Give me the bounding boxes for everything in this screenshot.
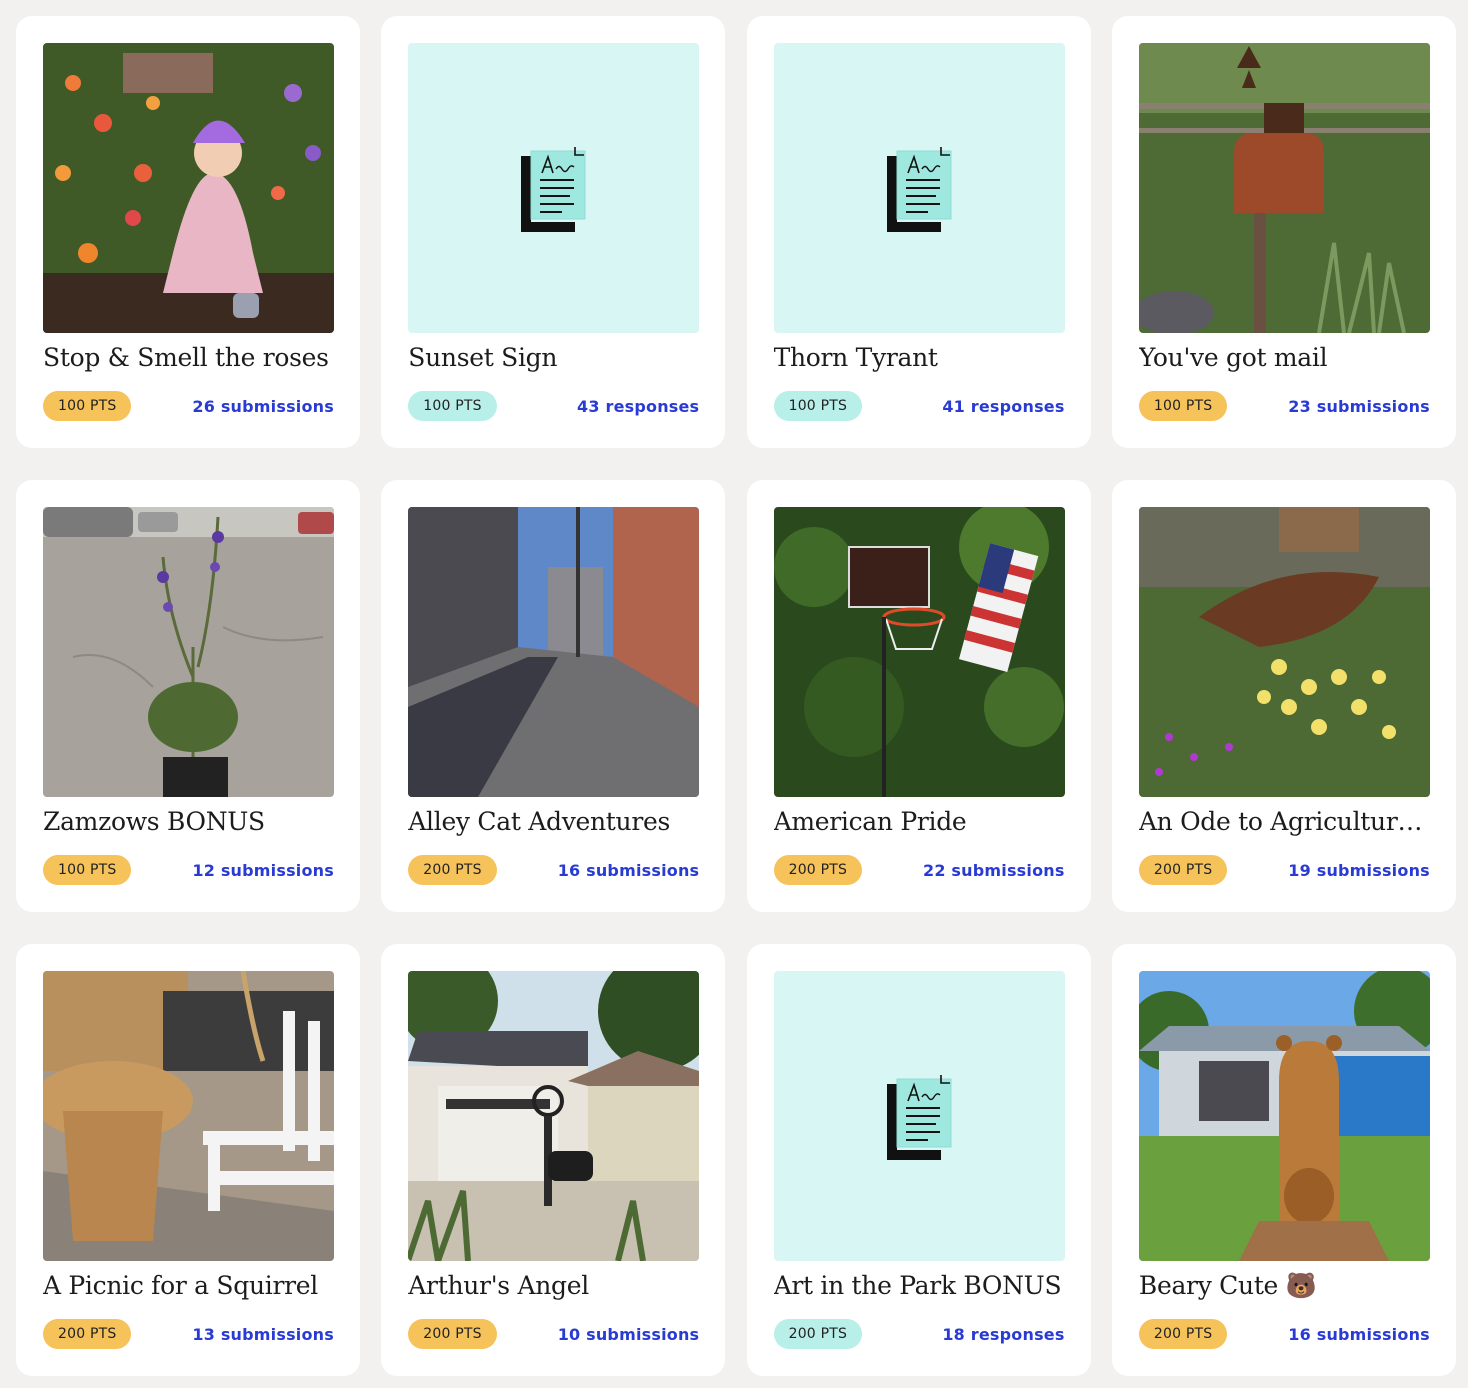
challenge-card[interactable]: Stop & Smell the roses 100 PTS 26 submis… [16, 16, 360, 448]
points-badge: 200 PTS [408, 855, 497, 885]
submissions-link[interactable]: 12 submissions [192, 861, 334, 880]
challenge-card[interactable]: A Picnic for a Squirrel 200 PTS 13 submi… [16, 944, 360, 1376]
challenge-card[interactable]: You've got mail 100 PTS 23 submissions [1111, 16, 1456, 448]
submissions-link[interactable]: 16 submissions [558, 861, 700, 880]
challenge-card[interactable]: American Pride 200 PTS 22 submissions [746, 480, 1091, 912]
challenge-grid: Stop & Smell the roses 100 PTS 26 submis… [16, 16, 1456, 1376]
city-alley-photo [408, 507, 700, 797]
plow-garden-photo [1138, 507, 1430, 797]
submissions-link[interactable]: 23 submissions [1288, 397, 1430, 416]
challenge-title: Thorn Tyrant [773, 343, 938, 372]
points-badge: 200 PTS [1138, 855, 1228, 885]
potted-plant-parking-lot-photo [43, 507, 334, 797]
challenge-title: American Pride [773, 807, 967, 836]
basketball-hoop-flag-photo [773, 507, 1065, 797]
points-badge: 100 PTS [1138, 391, 1228, 421]
challenge-title: Sunset Sign [408, 343, 558, 372]
points-badge: 100 PTS [408, 391, 497, 421]
submissions-link[interactable]: 22 submissions [923, 861, 1065, 880]
challenge-card[interactable]: Arthur's Angel 200 PTS 10 submissions [381, 944, 726, 1376]
challenge-title: Stop & Smell the roses [43, 343, 329, 372]
rusty-mailbox-photo [1138, 43, 1430, 333]
submissions-link[interactable]: 10 submissions [558, 1325, 700, 1344]
challenge-title: Beary Cute 🐻 [1138, 1271, 1317, 1300]
challenge-title: Art in the Park BONUS [773, 1271, 1062, 1300]
girl-with-flowers-photo [43, 43, 334, 333]
challenge-card[interactable]: Thorn Tyrant 100 PTS 41 responses [746, 16, 1091, 448]
points-badge: 100 PTS [773, 391, 863, 421]
document-form-icon [408, 43, 700, 333]
metal-sculpture-garage-photo [408, 971, 700, 1261]
challenge-title: A Picnic for a Squirrel [43, 1271, 318, 1300]
challenge-card[interactable]: Sunset Sign 100 PTS 43 responses [381, 16, 726, 448]
points-badge: 200 PTS [408, 1319, 497, 1349]
submissions-link[interactable]: 19 submissions [1288, 861, 1430, 880]
submissions-link[interactable]: 13 submissions [192, 1325, 334, 1344]
challenge-card[interactable]: Alley Cat Adventures 200 PTS 16 submissi… [381, 480, 726, 912]
challenge-title: An Ode to Agriculture ... [1138, 807, 1435, 836]
responses-link[interactable]: 18 responses [942, 1325, 1064, 1344]
challenge-title: You've got mail [1138, 343, 1328, 372]
responses-link[interactable]: 41 responses [942, 397, 1064, 416]
bear-carving-photo [1138, 971, 1430, 1261]
points-badge: 200 PTS [43, 1319, 132, 1349]
document-form-icon [773, 43, 1065, 333]
document-form-icon [773, 971, 1065, 1261]
points-badge: 200 PTS [773, 855, 863, 885]
tiny-picnic-table-photo [43, 971, 334, 1261]
challenge-title: Arthur's Angel [408, 1271, 589, 1300]
points-badge: 100 PTS [43, 855, 132, 885]
submissions-link[interactable]: 16 submissions [1288, 1325, 1430, 1344]
challenge-title: Zamzows BONUS [43, 807, 265, 836]
points-badge: 200 PTS [773, 1319, 863, 1349]
challenge-card[interactable]: Art in the Park BONUS 200 PTS 18 respons… [746, 944, 1091, 1376]
responses-link[interactable]: 43 responses [577, 397, 699, 416]
challenge-card[interactable]: An Ode to Agriculture ... 200 PTS 19 sub… [1111, 480, 1456, 912]
challenge-title: Alley Cat Adventures [408, 807, 671, 836]
submissions-link[interactable]: 26 submissions [192, 397, 334, 416]
challenge-card[interactable]: Beary Cute 🐻 200 PTS 16 submissions [1111, 944, 1456, 1376]
points-badge: 100 PTS [43, 391, 132, 421]
points-badge: 200 PTS [1138, 1319, 1228, 1349]
challenge-card[interactable]: Zamzows BONUS 100 PTS 12 submissions [16, 480, 360, 912]
